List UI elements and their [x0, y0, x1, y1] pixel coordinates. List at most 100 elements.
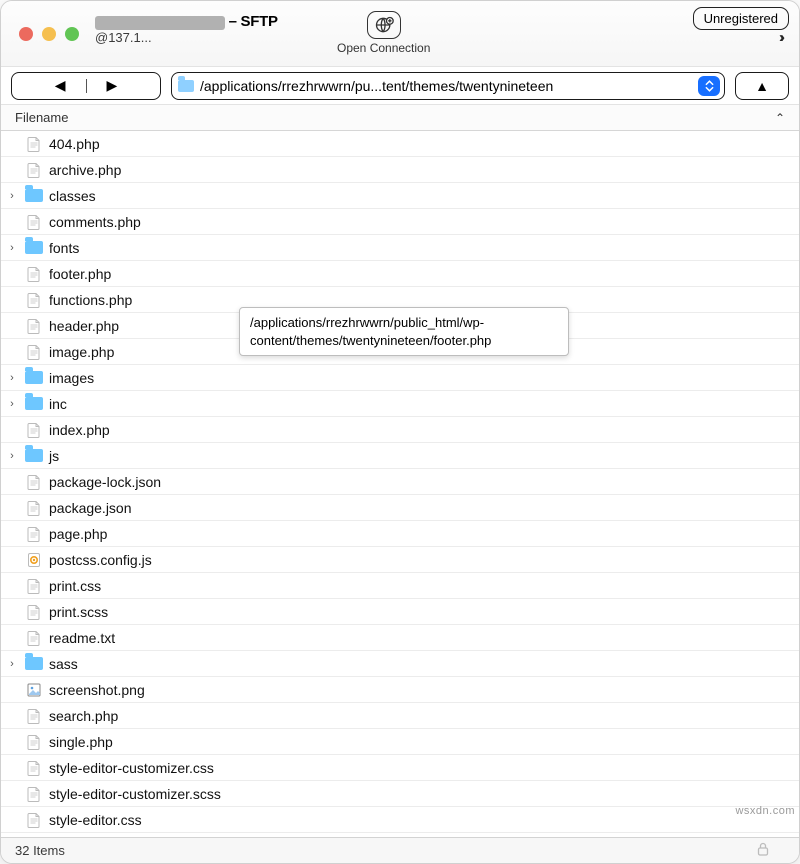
back-button[interactable]: ◀	[55, 77, 66, 94]
disclosure-arrow[interactable]: ›	[5, 658, 19, 670]
status-bar: 32 Items	[1, 837, 799, 863]
window-title-block: – SFTP @137.1...	[95, 13, 295, 45]
file-row[interactable]: footer.php	[1, 261, 799, 287]
file-row[interactable]: page.php	[1, 521, 799, 547]
app-window: – SFTP @137.1... Open Connection ›› Unre…	[0, 0, 800, 864]
file-icon	[25, 707, 43, 725]
item-count: 32 Items	[15, 843, 65, 858]
file-row[interactable]: style-editor-customizer.css	[1, 755, 799, 781]
file-name: functions.php	[49, 292, 132, 308]
file-row[interactable]: archive.php	[1, 157, 799, 183]
file-row[interactable]: search.php	[1, 703, 799, 729]
file-name: style-editor.css	[49, 812, 142, 828]
file-row[interactable]: ›fonts	[1, 235, 799, 261]
file-icon	[25, 525, 43, 543]
file-row[interactable]: comments.php	[1, 209, 799, 235]
file-row[interactable]: style-editor-customizer.scss	[1, 781, 799, 807]
folder-icon	[25, 397, 43, 410]
column-header[interactable]: Filename ⌃	[1, 105, 799, 131]
file-icon	[25, 629, 43, 647]
file-name: single.php	[49, 734, 113, 750]
file-name: js	[49, 448, 59, 464]
minimize-window-button[interactable]	[42, 27, 56, 41]
zoom-window-button[interactable]	[65, 27, 79, 41]
file-name: package-lock.json	[49, 474, 161, 490]
open-connection-label: Open Connection	[337, 41, 430, 55]
file-row[interactable]: print.css	[1, 573, 799, 599]
folder-icon	[178, 80, 194, 92]
file-name: 404.php	[49, 136, 100, 152]
file-name: page.php	[49, 526, 107, 542]
path-dropdown[interactable]: /applications/rrezhrwwrn/pu...tent/theme…	[171, 72, 725, 100]
disclosure-arrow[interactable]: ›	[5, 190, 19, 202]
file-icon	[25, 135, 43, 153]
file-icon	[25, 733, 43, 751]
open-connection-button[interactable]: Open Connection	[337, 11, 430, 55]
file-row[interactable]: print.scss	[1, 599, 799, 625]
file-icon	[25, 421, 43, 439]
file-icon	[25, 343, 43, 361]
folder-icon	[25, 241, 43, 254]
file-row[interactable]: ›sass	[1, 651, 799, 677]
file-row[interactable]: index.php	[1, 417, 799, 443]
file-row[interactable]: › js	[1, 443, 799, 469]
file-name: search.php	[49, 708, 118, 724]
file-icon	[25, 291, 43, 309]
file-icon	[25, 759, 43, 777]
file-icon	[25, 785, 43, 803]
file-icon	[25, 499, 43, 517]
file-name: screenshot.png	[49, 682, 145, 698]
navigation-bar: ◀ ▶ /applications/rrezhrwwrn/pu...tent/t…	[1, 67, 799, 105]
file-list[interactable]: 404.phparchive.php›classescomments.php›f…	[1, 131, 799, 837]
file-row[interactable]: ›inc	[1, 391, 799, 417]
file-icon	[25, 551, 43, 569]
folder-icon	[25, 657, 43, 670]
file-icon	[25, 317, 43, 335]
close-window-button[interactable]	[19, 27, 33, 41]
nav-separator	[86, 79, 87, 93]
file-icon	[25, 265, 43, 283]
folder-icon	[25, 239, 43, 257]
disclosure-arrow[interactable]: ›	[5, 372, 19, 384]
titlebar: – SFTP @137.1... Open Connection ›› Unre…	[1, 1, 799, 67]
current-path: /applications/rrezhrwwrn/pu...tent/theme…	[200, 78, 692, 94]
disclosure-arrow[interactable]: ›	[5, 450, 19, 462]
file-row[interactable]: single.php	[1, 729, 799, 755]
file-row[interactable]: ›images	[1, 365, 799, 391]
file-row[interactable]: postcss.config.js	[1, 547, 799, 573]
folder-icon	[25, 447, 43, 465]
folder-icon	[25, 369, 43, 387]
file-name: comments.php	[49, 214, 141, 230]
file-row[interactable]: 404.php	[1, 131, 799, 157]
file-row[interactable]: › classes	[1, 183, 799, 209]
path-dropdown-toggle[interactable]	[698, 76, 720, 96]
file-name: classes	[49, 188, 96, 204]
unregistered-badge[interactable]: Unregistered	[693, 7, 789, 30]
forward-button[interactable]: ▶	[107, 77, 118, 94]
toolbar-overflow-button[interactable]: ››	[779, 29, 781, 46]
path-tooltip: /applications/rrezhrwwrn/public_html/wp-…	[239, 307, 569, 356]
lock-icon	[757, 842, 769, 859]
watermark: wsxdn.com	[735, 805, 795, 817]
file-row[interactable]: readme.txt	[1, 625, 799, 651]
folder-icon	[25, 395, 43, 413]
file-name: header.php	[49, 318, 119, 334]
disclosure-arrow[interactable]: ›	[5, 398, 19, 410]
file-name: image.php	[49, 344, 114, 360]
file-row[interactable]: package.json	[1, 495, 799, 521]
folder-icon	[25, 189, 43, 202]
file-icon	[25, 161, 43, 179]
file-row[interactable]: screenshot.png	[1, 677, 799, 703]
file-row[interactable]: style-editor.css	[1, 807, 799, 833]
file-icon	[25, 811, 43, 829]
go-up-button[interactable]: ▲	[735, 72, 789, 100]
file-icon	[25, 577, 43, 595]
folder-icon	[25, 187, 43, 205]
file-name: print.scss	[49, 604, 108, 620]
sort-indicator-icon: ⌃	[775, 111, 785, 125]
file-icon	[25, 603, 43, 621]
file-row[interactable]: package-lock.json	[1, 469, 799, 495]
disclosure-arrow[interactable]: ›	[5, 242, 19, 254]
file-name: index.php	[49, 422, 110, 438]
file-icon	[25, 681, 43, 699]
